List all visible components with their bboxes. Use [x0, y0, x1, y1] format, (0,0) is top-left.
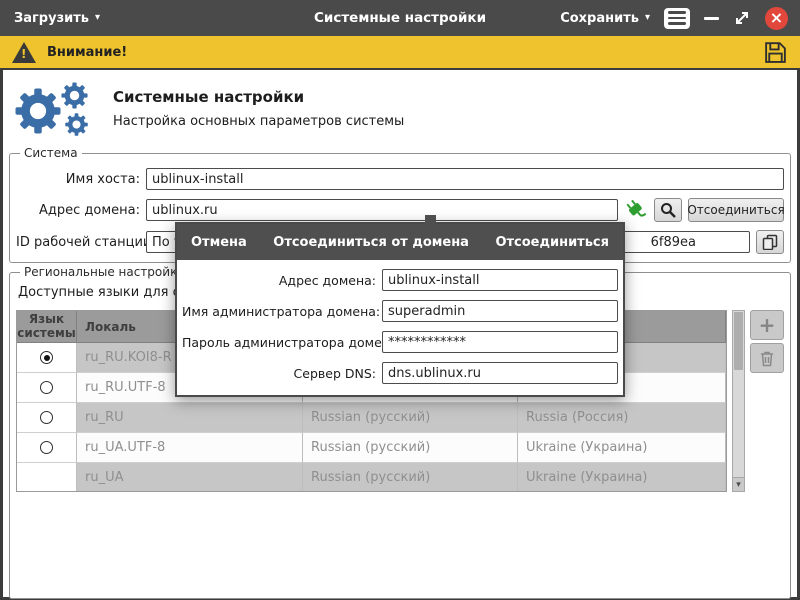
country-cell[interactable]: Ukraine (Украина): [518, 463, 726, 492]
station-id-value-end: 6f89ea: [651, 235, 696, 250]
table-row[interactable]: ru_UA.UTF-8Russian (русский)Ukraine (Укр…: [17, 433, 726, 463]
warning-triangle-icon: !: [12, 42, 36, 63]
locale-radio-cell[interactable]: [17, 463, 77, 492]
locale-radio[interactable]: [40, 351, 53, 364]
regional-legend: Региональные настройки: [20, 265, 189, 279]
domain-search-button[interactable]: [654, 198, 682, 222]
dialog-body: Адрес домена: Имя администратора домена: П…: [177, 260, 623, 395]
caret-down-icon: ▾: [645, 13, 650, 23]
maximize-button[interactable]: [733, 9, 751, 27]
dialog-field-input[interactable]: [382, 362, 618, 384]
save-menu-label: Сохранить: [560, 11, 639, 26]
floppy-disk-icon: [763, 40, 788, 65]
dialog-field-row: Имя администратора домена:: [182, 300, 618, 322]
locale-radio-cell[interactable]: [17, 433, 77, 463]
domain-label: Адрес домена:: [16, 203, 140, 218]
plus-icon: +: [759, 315, 776, 335]
gears-icon: [11, 80, 99, 142]
locale-cell[interactable]: ru_UA: [77, 463, 303, 492]
domain-connected-plug-icon: [624, 198, 648, 222]
add-locale-button[interactable]: +: [750, 310, 784, 340]
domain-input[interactable]: [146, 199, 618, 221]
country-cell[interactable]: Ukraine (Украина): [518, 433, 726, 463]
scrollbar-down-button[interactable]: ▾: [733, 477, 744, 491]
caret-down-icon: ▾: [95, 13, 100, 23]
close-icon: ×: [770, 10, 783, 26]
minimize-button[interactable]: [704, 17, 719, 20]
hostname-input[interactable]: [146, 168, 784, 190]
dialog-field-label: Сервер DNS:: [182, 366, 382, 381]
warning-text: Внимание!: [47, 45, 127, 60]
locale-radio-cell[interactable]: [17, 403, 77, 433]
locale-cell[interactable]: ru_RU: [77, 403, 303, 433]
dialog-field-input[interactable]: [382, 300, 618, 322]
table-scrollbar[interactable]: ▾: [732, 310, 745, 492]
locale-radio-cell[interactable]: [17, 343, 77, 373]
dialog-cancel-button[interactable]: Отмена: [191, 235, 247, 250]
page-header: Системные настройки Настройка основных п…: [7, 70, 793, 144]
save-menu-button[interactable]: Сохранить ▾: [560, 11, 650, 26]
language-cell[interactable]: Russian (русский): [303, 463, 518, 492]
country-cell[interactable]: Russia (Россия): [518, 403, 726, 433]
copy-station-id-button[interactable]: [756, 230, 784, 254]
domain-disconnect-button[interactable]: Отсоединиться: [688, 198, 784, 222]
domain-row: Адрес домена: Отсоединиться: [16, 198, 784, 222]
dialog-field-input[interactable]: [382, 331, 618, 353]
locale-radio[interactable]: [40, 411, 53, 424]
locale-radio-cell[interactable]: [17, 373, 77, 403]
dialog-pointer-notch: [425, 215, 436, 224]
table-row[interactable]: ru_RURussian (русский)Russia (Россия): [17, 403, 726, 433]
locale-cell[interactable]: ru_UA.UTF-8: [77, 433, 303, 463]
page-subtitle: Настройка основных параметров системы: [113, 114, 404, 129]
save-file-button[interactable]: [763, 40, 788, 65]
hamburger-icon: [668, 11, 686, 14]
disconnect-domain-dialog: Отмена Отсоединиться от домена Отсоедини…: [175, 222, 625, 397]
main-panel: Системные настройки Настройка основных п…: [0, 68, 800, 600]
dialog-header: Отмена Отсоединиться от домена Отсоедини…: [177, 224, 623, 260]
search-icon: [660, 202, 676, 218]
dialog-field-row: Сервер DNS:: [182, 362, 618, 384]
language-cell[interactable]: Russian (русский): [303, 403, 518, 433]
dialog-field-label: Имя администратора домена:: [182, 304, 382, 319]
scrollbar-thumb[interactable]: [734, 312, 743, 370]
titlebar: Системные настройки Загрузить ▾ Сохранит…: [0, 0, 800, 36]
scroll-down-icon: ▾: [736, 480, 741, 490]
dialog-confirm-button[interactable]: Отсоединиться: [495, 235, 609, 250]
copy-icon: [762, 234, 778, 250]
load-menu-button[interactable]: Загрузить ▾: [14, 11, 100, 26]
warning-bar: ! Внимание!: [0, 36, 800, 68]
hamburger-menu-button[interactable]: [664, 8, 690, 29]
hostname-row: Имя хоста:: [16, 168, 784, 190]
locale-radio[interactable]: [40, 381, 53, 394]
dialog-field-label: Пароль администратора домена:: [182, 335, 382, 350]
load-menu-label: Загрузить: [14, 11, 89, 26]
close-button[interactable]: ×: [765, 7, 788, 30]
dialog-field-row: Пароль администратора домена:: [182, 331, 618, 353]
col-header-system-language: Язык системы: [17, 311, 77, 343]
station-id-label: ID рабочей станции:: [16, 235, 140, 250]
dialog-title: Отсоединиться от домена: [273, 235, 469, 250]
page-title: Системные настройки: [113, 80, 404, 106]
dialog-field-input[interactable]: [382, 269, 618, 291]
dialog-field-label: Адрес домена:: [182, 273, 382, 288]
trash-icon: [759, 350, 775, 367]
delete-locale-button[interactable]: [750, 343, 784, 373]
dialog-field-row: Адрес домена:: [182, 269, 618, 291]
system-legend: Система: [20, 146, 82, 160]
locale-radio[interactable]: [40, 441, 53, 454]
hostname-label: Имя хоста:: [16, 172, 140, 187]
table-row[interactable]: ru_UARussian (русский)Ukraine (Украина): [17, 463, 726, 492]
language-cell[interactable]: Russian (русский): [303, 433, 518, 463]
